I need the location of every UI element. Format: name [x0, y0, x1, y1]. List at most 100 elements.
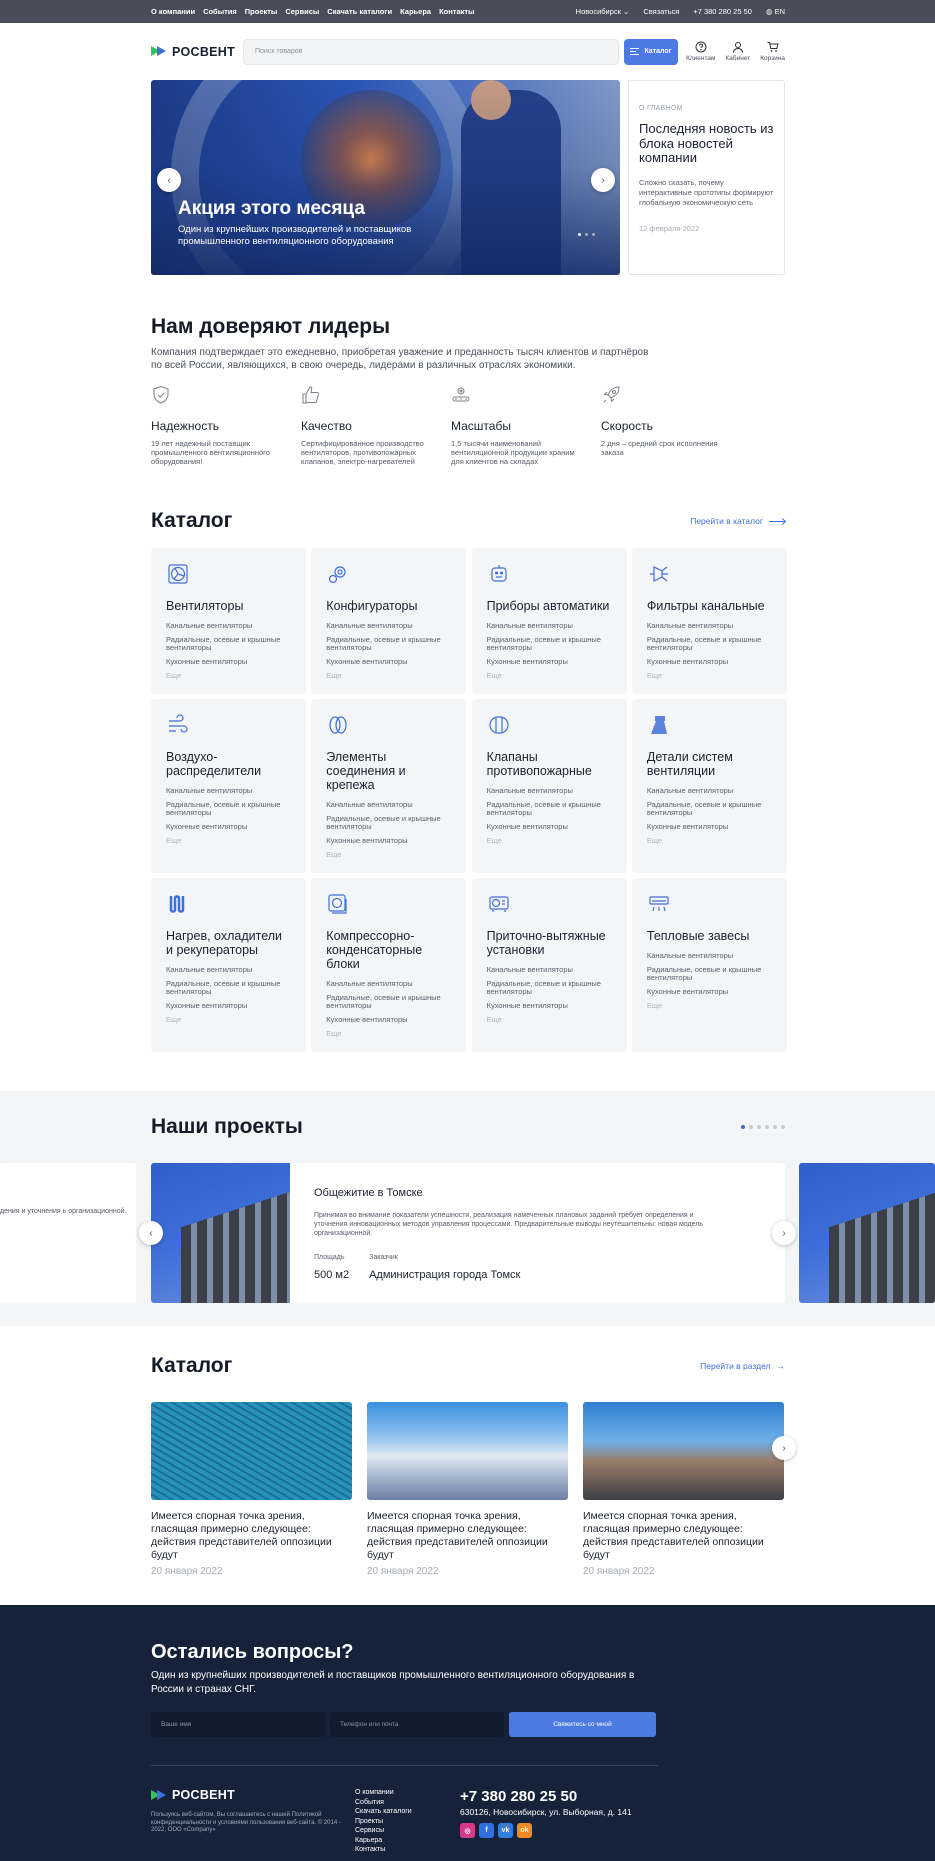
footer-phone[interactable]: +7 380 280 25 50 [460, 1788, 632, 1805]
submit-button[interactable]: Свяжитесь со мной [509, 1712, 656, 1737]
catalog-card[interactable]: Приточно-вытяжные установки Канальные вен… [471, 878, 627, 1052]
catalog-subitem[interactable]: Канальные вентиляторы [487, 786, 612, 796]
pagination-dot[interactable] [592, 233, 595, 236]
pagination-dot[interactable] [578, 233, 581, 236]
catalog-more-link[interactable]: Еще [487, 836, 612, 845]
account-button[interactable]: Кабинет [726, 41, 750, 62]
catalog-card[interactable]: Компрессорно-конденсаторные блоки Канальн… [311, 878, 467, 1052]
catalog-subitem[interactable]: Кухонные вентиляторы [487, 657, 612, 667]
catalog-card[interactable]: Тепловые завесы Канальные вентиляторы Ради… [631, 878, 787, 1052]
contact-input[interactable]: Телефон или почта [330, 1712, 504, 1737]
catalog-subitem[interactable]: Радиальные, осевые и крышные вентиляторы [647, 800, 772, 818]
catalog-more-link[interactable]: Еще [166, 836, 291, 845]
catalog-subitem[interactable]: Канальные вентиляторы [326, 800, 451, 810]
vk-icon[interactable]: vk [498, 1823, 513, 1838]
footer-link[interactable]: Проекты [355, 1817, 460, 1827]
footer-link[interactable]: Карьера [355, 1836, 460, 1846]
footer-link[interactable]: Сервисы [355, 1826, 460, 1836]
top-nav-catalogs[interactable]: Скачать каталоги [327, 7, 392, 16]
catalog-subitem[interactable]: Радиальные, осевые и крышные вентиляторы [326, 635, 451, 653]
catalog-subitem[interactable]: Кухонные вентиляторы [647, 657, 772, 667]
catalog-subitem[interactable]: Радиальные, осевые и крышные вентиляторы [487, 635, 612, 653]
contact-link[interactable]: Связаться [643, 7, 679, 16]
catalog-subitem[interactable]: Канальные вентиляторы [166, 621, 291, 631]
catalog-more-link[interactable]: Еще [326, 1029, 451, 1038]
news-card[interactable]: О главном Последняя новость из блока нов… [628, 80, 785, 275]
catalog-button[interactable]: Каталог [624, 38, 678, 65]
pagination-dot[interactable] [757, 1125, 761, 1129]
catalog-more-link[interactable]: Еще [166, 671, 291, 680]
catalog-subitem[interactable]: Кухонные вентиляторы [487, 1001, 612, 1011]
catalog-more-link[interactable]: Еще [647, 671, 772, 680]
catalog-card[interactable]: Приборы автоматики Канальные вентиляторы Р… [471, 548, 627, 694]
banner-prev-button[interactable]: ‹ [157, 168, 181, 192]
catalog-link[interactable]: Перейти в каталог [690, 516, 785, 526]
top-nav-career[interactable]: Карьера [400, 7, 431, 16]
articles-link[interactable]: Перейти в раздел → [700, 1361, 785, 1371]
catalog-more-link[interactable]: Еще [487, 1015, 612, 1024]
catalog-subitem[interactable]: Радиальные, осевые и крышные вентиляторы [166, 979, 291, 997]
catalog-subitem[interactable]: Радиальные, осевые и крышные вентиляторы [326, 814, 451, 832]
top-phone[interactable]: +7 380 280 25 50 [693, 7, 752, 16]
project-card[interactable]: Общежитие в Томске Принимая во внимание … [151, 1163, 785, 1303]
catalog-subitem[interactable]: Канальные вентиляторы [326, 979, 451, 989]
catalog-subitem[interactable]: Канальные вентиляторы [166, 965, 291, 975]
projects-next-button[interactable]: › [772, 1221, 796, 1245]
banner-next-button[interactable]: › [591, 168, 615, 192]
project-card-next[interactable] [799, 1163, 935, 1303]
pagination-dot[interactable] [749, 1125, 753, 1129]
catalog-card[interactable]: Воздухо-распределители Канальные вентилят… [151, 699, 306, 873]
catalog-subitem[interactable]: Канальные вентиляторы [647, 951, 772, 961]
logo[interactable]: РОСВЕНТ [151, 45, 243, 59]
catalog-subitem[interactable]: Канальные вентиляторы [487, 621, 612, 631]
catalog-subitem[interactable]: Радиальные, осевые и крышные вентиляторы [166, 635, 291, 653]
catalog-subitem[interactable]: Радиальные, осевые и крышные вентиляторы [487, 979, 612, 997]
city-select[interactable]: Новосибирск ⌄ [576, 7, 630, 16]
catalog-subitem[interactable]: Канальные вентиляторы [647, 786, 772, 796]
catalog-card[interactable]: Фильтры канальные Канальные вентиляторы Ра… [631, 548, 787, 694]
catalog-subitem[interactable]: Кухонные вентиляторы [326, 657, 451, 667]
catalog-more-link[interactable]: Еще [326, 850, 451, 859]
catalog-more-link[interactable]: Еще [326, 671, 451, 680]
catalog-subitem[interactable]: Радиальные, осевые и крышные вентиляторы [487, 800, 612, 818]
footer-logo[interactable]: РОСВЕНТ [151, 1788, 243, 1802]
pagination-dot[interactable] [781, 1125, 785, 1129]
catalog-subitem[interactable]: Кухонные вентиляторы [647, 822, 772, 832]
articles-next-button[interactable]: › [772, 1436, 796, 1460]
catalog-subitem[interactable]: Кухонные вентиляторы [487, 822, 612, 832]
top-nav-about[interactable]: О компании [151, 7, 195, 16]
footer-link[interactable]: О компании [355, 1788, 460, 1798]
catalog-more-link[interactable]: Еще [487, 671, 612, 680]
catalog-subitem[interactable]: Кухонные вентиляторы [326, 1015, 451, 1025]
catalog-subitem[interactable]: Кухонные вентиляторы [166, 822, 291, 832]
pagination-dot[interactable] [773, 1125, 777, 1129]
catalog-subitem[interactable]: Радиальные, осевые и крышные вентиляторы [326, 993, 451, 1011]
catalog-subitem[interactable]: Радиальные, осевые и крышные вентиляторы [647, 635, 772, 653]
pagination-dot[interactable] [765, 1125, 769, 1129]
article-card[interactable]: Имеется спорная точка зрения, гласящая п… [151, 1402, 352, 1577]
top-nav-events[interactable]: События [203, 7, 237, 16]
facebook-icon[interactable]: f [479, 1823, 494, 1838]
footer-link[interactable]: Контакты [355, 1845, 460, 1855]
language-switch[interactable]: ◍ EN [766, 7, 785, 16]
catalog-subitem[interactable]: Канальные вентиляторы [326, 621, 451, 631]
pagination-dot[interactable] [585, 233, 588, 236]
top-nav-services[interactable]: Сервисы [285, 7, 319, 16]
catalog-card[interactable]: Клапаны противопожарные Канальные вентиля… [471, 699, 627, 873]
catalog-card[interactable]: Элементы соединения и крепежа Канальные в… [311, 699, 467, 873]
catalog-subitem[interactable]: Канальные вентиляторы [647, 621, 772, 631]
odnoklassniki-icon[interactable]: ok [517, 1823, 532, 1838]
catalog-card[interactable]: Детали систем вентиляции Канальные вентил… [631, 699, 787, 873]
clients-button[interactable]: Клиентам [686, 41, 716, 62]
catalog-subitem[interactable]: Кухонные вентиляторы [647, 987, 772, 997]
article-card[interactable]: Имеется спорная точка зрения, гласящая п… [583, 1402, 784, 1577]
catalog-more-link[interactable]: Еще [647, 836, 772, 845]
catalog-more-link[interactable]: Еще [166, 1015, 291, 1024]
catalog-subitem[interactable]: Кухонные вентиляторы [166, 1001, 291, 1011]
article-card[interactable]: Имеется спорная точка зрения, гласящая п… [367, 1402, 568, 1577]
catalog-subitem[interactable]: Кухонные вентиляторы [166, 657, 291, 667]
promo-banner[interactable]: Акция этого месяца Один из крупнейших пр… [151, 80, 620, 275]
projects-prev-button[interactable]: ‹ [139, 1221, 163, 1245]
footer-link[interactable]: Скачать каталоги [355, 1807, 460, 1817]
catalog-subitem[interactable]: Кухонные вентиляторы [326, 836, 451, 846]
